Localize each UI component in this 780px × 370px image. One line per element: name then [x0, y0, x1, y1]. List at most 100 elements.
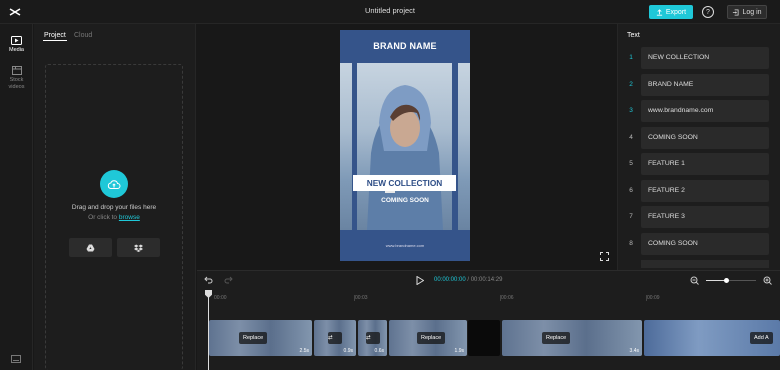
text-item-field[interactable]: FEATURE 3	[641, 206, 769, 228]
timeline-clip[interactable]: Add A	[644, 320, 780, 356]
login-icon	[733, 8, 739, 16]
tab-indicator	[43, 40, 67, 41]
poster-url: www.brandname.com	[385, 243, 425, 248]
text-item-field[interactable]: COMING SOON	[641, 233, 769, 255]
clip-duration: 0.9s	[343, 348, 353, 354]
timeline-clip[interactable]: Replace 1.9s	[389, 320, 467, 356]
model-photo	[357, 63, 452, 230]
export-label: Export	[665, 8, 687, 16]
text-item-number: 5	[629, 160, 633, 167]
poster-brand-name: BRAND NAME	[373, 41, 437, 51]
drop-instructions: Drag and drop your files here	[71, 204, 157, 211]
text-item[interactable]: 3 www.brandname.com	[624, 100, 774, 122]
media-icon	[11, 36, 22, 45]
tick-mark	[354, 295, 355, 301]
tick-mark	[500, 295, 501, 301]
clip-duration: 1.9s	[454, 348, 464, 354]
ruler-tick: 00:09	[647, 295, 660, 301]
text-item-field[interactable]: FEATURE 2	[641, 180, 769, 202]
clip-duration: 3.4s	[629, 348, 639, 354]
tick-mark	[646, 295, 647, 301]
text-item-partial	[641, 260, 769, 268]
upload-button[interactable]	[100, 170, 128, 198]
text-item-field[interactable]: www.brandname.com	[641, 100, 769, 122]
dropbox-icon	[134, 244, 143, 252]
tab-cloud[interactable]: Cloud	[74, 32, 92, 39]
timeline-clip[interactable]: Replace 2.5s	[209, 320, 312, 356]
redo-icon[interactable]	[224, 276, 233, 284]
export-button[interactable]: Export	[649, 5, 693, 19]
play-icon[interactable]	[416, 276, 424, 285]
current-time: 00:00:00:00	[434, 277, 466, 283]
browse-link[interactable]: browse	[119, 214, 140, 221]
stock-videos-icon	[11, 66, 22, 75]
zoom-in-icon[interactable]	[763, 276, 772, 285]
fullscreen-icon[interactable]	[600, 252, 609, 261]
time-separator: /	[467, 277, 470, 283]
text-item-field[interactable]: FEATURE 1	[641, 153, 769, 175]
clip-duration: 0.6s	[374, 348, 384, 354]
clip-duration: 2.5s	[299, 348, 309, 354]
zoom-slider-handle[interactable]	[723, 278, 729, 283]
text-item-field[interactable]: NEW COLLECTION	[641, 47, 769, 69]
browse-line: Or click to browse	[45, 214, 183, 221]
nav-item-label: Stock videos	[8, 77, 25, 90]
text-item-number: 1	[629, 54, 633, 61]
photo-strip-left	[340, 63, 352, 230]
text-item-number: 8	[629, 240, 633, 247]
nav-item-stock-videos[interactable]: Stock videos	[0, 66, 33, 91]
replace-icon[interactable]: ⇄	[366, 332, 380, 344]
login-label: Log in	[742, 8, 762, 16]
google-drive-button[interactable]	[69, 238, 112, 257]
poster-subtitle: COMING SOON	[381, 197, 429, 204]
or-click-text: Or click to	[88, 214, 118, 221]
replace-button[interactable]: Replace	[239, 332, 268, 344]
replace-button[interactable]: Replace	[542, 332, 571, 344]
undo-icon[interactable]	[204, 276, 213, 284]
nav-item-media[interactable]: Media	[0, 36, 33, 54]
nav-item-label: Media	[9, 47, 24, 53]
poster-headline: NEW COLLECTION	[353, 175, 456, 191]
text-item[interactable]: 5 FEATURE 1	[624, 153, 774, 175]
photo-strip-right	[458, 63, 470, 230]
model-illustration	[367, 85, 443, 230]
text-item[interactable]: 7 FEATURE 3	[624, 206, 774, 228]
text-item-number: 6	[629, 187, 633, 194]
upload-icon	[656, 8, 662, 16]
replace-button[interactable]: Replace	[417, 332, 446, 344]
cloud-upload-icon	[107, 179, 121, 189]
text-item[interactable]: 4 COMING SOON	[624, 127, 774, 149]
tab-project[interactable]: Project	[44, 32, 66, 39]
text-item[interactable]: 8 COMING SOON	[624, 233, 774, 255]
text-item-number: 3	[629, 107, 633, 114]
total-time: 00:00:14:29	[470, 277, 503, 283]
add-button[interactable]: Add A	[750, 332, 773, 344]
ruler-tick: 00:03	[355, 295, 368, 301]
text-item-field[interactable]: BRAND NAME	[641, 74, 769, 96]
text-item-number: 7	[629, 213, 633, 220]
timeline-clip[interactable]: ⇄ 0.6s	[358, 320, 387, 356]
ruler-tick: 00:06	[501, 295, 514, 301]
text-item[interactable]: 1 NEW COLLECTION	[624, 47, 774, 69]
keyboard-icon[interactable]	[11, 355, 21, 363]
zoom-out-icon[interactable]	[690, 276, 699, 285]
help-icon[interactable]: ?	[702, 6, 714, 18]
playhead[interactable]	[208, 291, 209, 370]
text-item-number: 4	[629, 134, 633, 141]
google-drive-icon	[86, 244, 95, 251]
text-item-number: 2	[629, 81, 633, 88]
ruler-tick: 00:00	[214, 295, 227, 301]
dropbox-button[interactable]	[117, 238, 160, 257]
timecode: 00:00:00:00 / 00:00:14:29	[434, 277, 502, 283]
text-item[interactable]: 6 FEATURE 2	[624, 180, 774, 202]
text-item[interactable]: 2 BRAND NAME	[624, 74, 774, 96]
login-button[interactable]: Log in	[727, 5, 767, 19]
timeline-clip[interactable]: Replace 3.4s	[502, 320, 642, 356]
replace-icon[interactable]: ⇄	[328, 332, 342, 344]
timeline-clip[interactable]: ⇄ 0.9s	[314, 320, 356, 356]
text-panel-title: Text	[627, 32, 640, 39]
video-preview[interactable]: BRAND NAME NEW COLLECTION COMING SOON ww…	[340, 30, 470, 261]
timeline-ruler[interactable]	[208, 293, 780, 303]
text-item-field[interactable]: COMING SOON	[641, 127, 769, 149]
timeline-clip[interactable]	[468, 320, 500, 356]
